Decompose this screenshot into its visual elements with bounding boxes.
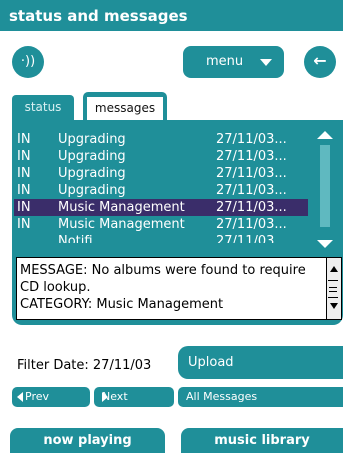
list-item[interactable]: IN Upgrading 27/11/03... [14,148,308,165]
now-playing-label: now playing [43,433,132,448]
message-type: IN [17,132,31,147]
tab-status-label: status [24,100,62,114]
next-button[interactable]: Next [94,387,174,407]
filter-date-label: Filter Date: 27/11/03 [17,358,152,373]
message-date: 27/11/03... [216,183,287,198]
menu-button[interactable]: menu [183,46,284,78]
all-messages-button[interactable]: All Messages [178,387,343,407]
tab-messages-label: messages [87,97,163,122]
message-type: IN [17,183,31,198]
detail-scrollbar[interactable] [326,258,341,319]
message-title: Upgrading [58,132,126,147]
scroll-up-icon[interactable] [330,266,338,272]
message-date: 27/11/03... [216,132,287,147]
upload-button[interactable]: Upload [178,346,343,379]
list-item[interactable]: IN Upgrading 27/11/03... [14,182,308,199]
chevron-right-icon [102,392,108,402]
detail-line: CD lookup. [20,280,91,295]
now-playing-button[interactable]: now playing [10,428,165,453]
menu-label: menu [206,54,244,69]
all-messages-label: All Messages [186,390,258,403]
message-type: IN [17,217,31,232]
message-type: IN [17,149,31,164]
message-list[interactable]: IN Upgrading 27/11/03... IN Upgrading 27… [14,131,308,250]
music-library-label: music library [214,433,310,448]
scroll-up-icon[interactable] [317,131,333,139]
title-bar: status and messages [0,0,343,36]
message-date: 27/11/03... [216,149,287,164]
message-date: 27/11/03... [216,234,287,243]
message-title: Music Management [58,200,185,215]
message-date: 27/11/03... [216,217,287,232]
list-item[interactable]: Notifi 27/11/03... [14,233,308,243]
message-date: 27/11/03... [216,200,287,215]
prev-label: Prev [25,390,49,403]
message-type: IN [17,166,31,181]
list-item[interactable]: IN Upgrading 27/11/03... [14,131,308,148]
music-library-button[interactable]: music library [181,428,343,453]
detail-line: CATEGORY: Music Management [20,297,224,312]
message-title: Upgrading [58,149,126,164]
tab-messages[interactable]: messages [83,92,167,122]
prev-button[interactable]: Prev [12,387,90,407]
message-date: 27/11/03... [216,166,287,181]
window-title: status and messages [9,7,188,25]
list-item-selected[interactable]: IN Music Management 27/11/03... [14,199,308,216]
scroll-down-icon[interactable] [317,240,333,248]
speaker-icon: ·)) [20,54,36,69]
list-scrollbar[interactable] [320,145,330,227]
message-title: Music Management [58,217,185,232]
scroll-thumb[interactable] [328,280,338,298]
back-arrow-icon: ← [313,51,327,70]
message-title: Upgrading [58,166,126,181]
list-item[interactable]: IN Music Management 27/11/03... [14,216,308,233]
message-type: IN [17,200,31,215]
tab-status[interactable]: status [12,95,74,122]
message-detail[interactable]: MESSAGE: No albums were found to require… [16,257,342,320]
scroll-down-icon[interactable] [330,303,338,309]
message-title: Upgrading [58,183,126,198]
chevron-left-icon [17,392,23,402]
list-item[interactable]: IN Upgrading 27/11/03... [14,165,308,182]
back-button[interactable]: ← [304,46,336,78]
message-detail-text: MESSAGE: No albums were found to require… [20,262,323,313]
upload-label: Upload [188,355,234,370]
chevron-down-icon [260,59,272,66]
speaker-button[interactable]: ·)) [12,46,44,78]
message-title: Notifi [58,234,93,243]
detail-line: MESSAGE: No albums were found to require [20,263,306,278]
